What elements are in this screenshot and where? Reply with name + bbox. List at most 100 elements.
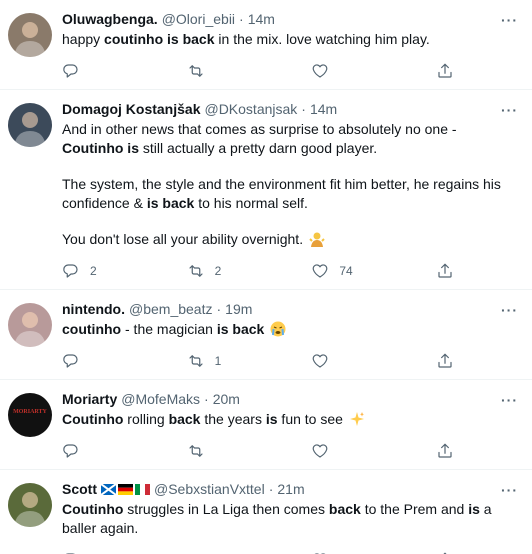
like-count: 74 [339,264,353,278]
retweet-icon [189,445,203,457]
reply-button[interactable] [62,352,122,370]
more-options-icon[interactable]: ··· [501,302,518,318]
author-handle[interactable]: @SebxstianVxttel [154,480,265,498]
tweet[interactable]: ··· Oluwagbenga. @Olori_ebii · 14m happy … [0,0,532,90]
text-segment: happy [62,31,105,47]
author-name[interactable]: Scott [62,480,97,498]
reply-icon [63,444,78,458]
text-segment: - the magician [121,321,217,337]
tweet[interactable]: ··· nintendo. @bem_beatz · 19m coutinho -… [0,290,532,380]
text-segment: struggles in La Liga then comes [123,501,329,517]
timestamp[interactable]: 20m [213,390,240,408]
more-options-icon[interactable]: ··· [501,482,518,498]
share-button[interactable] [436,62,454,80]
highlighted-term: is [468,501,480,517]
tweet-text: coutinho - the magician is back [62,320,516,339]
text-segment: still actually a pretty darn good player… [139,140,378,156]
sparkles-emoji-icon [349,412,364,426]
highlighted-term: back [168,411,201,427]
avatar[interactable]: MORIARTY [8,393,52,437]
retweet-icon [189,355,203,367]
reply-button[interactable] [62,62,122,80]
author-handle[interactable]: @Olori_ebii [162,10,235,28]
retweet-button[interactable]: 1 [187,352,247,370]
text-segment: You don't lose all your ability overnigh… [62,231,307,247]
more-options-icon[interactable]: ··· [501,12,518,28]
separator-dot: · [239,11,244,27]
tweet-paragraph: And in other news that comes as surprise… [62,120,516,158]
tweet-feed: ··· Oluwagbenga. @Olori_ebii · 14m happy … [0,0,532,554]
retweet-icon [189,265,203,277]
author-name[interactable]: Domagoj Kostanjšak [62,100,200,118]
more-options-icon[interactable]: ··· [501,102,518,118]
share-icon [438,263,452,278]
share-button[interactable] [436,442,454,460]
reply-button[interactable]: 2 [62,262,122,280]
like-button[interactable]: 74 [311,262,371,280]
text-segment: in the mix. love watching him play. [214,31,430,47]
text-segment: And in other news that comes as surprise… [62,121,457,137]
like-button[interactable] [311,62,371,80]
share-icon [438,63,452,78]
author-name[interactable]: Moriarty [62,390,117,408]
retweet-button[interactable] [187,442,247,460]
highlighted-term: is back [216,321,265,337]
share-icon [438,443,452,458]
highlighted-term: back [328,501,361,517]
author-name[interactable]: Oluwagbenga. [62,10,158,28]
highlighted-term: is back [146,195,195,211]
highlighted-term: Coutinho is [62,140,139,156]
like-button[interactable] [311,352,371,370]
share-button[interactable] [436,262,454,280]
reply-icon [63,64,78,78]
tweet[interactable]: MORIARTY ··· Moriarty @MofeMaks · 20m Cout… [0,380,532,470]
avatar[interactable] [8,303,52,347]
author-handle[interactable]: @DKostanjsak [204,100,297,118]
share-button[interactable] [436,352,454,370]
author-name[interactable]: nintendo. [62,300,125,318]
flag-emojis [99,480,150,498]
avatar[interactable] [8,13,52,57]
avatar[interactable] [8,103,52,147]
tweet-paragraph: The system, the style and the environmen… [62,175,516,213]
tweet[interactable]: ··· Domagoj Kostanjšak @DKostanjsak · 14… [0,90,532,290]
tweet-actions: 2 2 74 [62,253,454,289]
timestamp[interactable]: 21m [277,480,304,498]
text-segment: fun to see [277,411,347,427]
highlighted-term: coutinho [62,321,122,337]
highlighted-term: Coutinho [62,411,124,427]
tweet[interactable]: ··· Scott @SebxstianVxttel · 21m Coutinho… [0,470,532,554]
author-handle[interactable]: @bem_beatz [129,300,212,318]
timestamp[interactable]: 14m [310,100,337,118]
text-segment: rolling [123,411,169,427]
separator-dot: · [268,481,274,497]
author-handle[interactable]: @MofeMaks [121,390,200,408]
like-icon [312,444,328,458]
tweet-actions [62,53,454,89]
scotland-flag-icon [101,484,116,495]
like-icon [312,64,328,78]
reply-icon [63,264,78,278]
reply-button[interactable] [62,442,122,460]
timestamp[interactable]: 19m [225,300,252,318]
avatar[interactable] [8,483,52,527]
tweet-paragraph: happy coutinho is back in the mix. love … [62,30,516,49]
tweet-paragraph: coutinho - the magician is back [62,320,516,339]
retweet-button[interactable]: 2 [187,262,247,280]
like-button[interactable] [311,442,371,460]
reply-icon [63,354,78,368]
timestamp[interactable]: 14m [248,10,275,28]
tweet-paragraph: Coutinho struggles in La Liga then comes… [62,500,516,538]
like-icon [312,354,328,368]
tweet-text: And in other news that comes as surprise… [62,120,516,249]
tweet-text: happy coutinho is back in the mix. love … [62,30,516,49]
text-segment [264,321,268,337]
avatar-logo-text: MORIARTY [13,409,47,415]
italy-flag-icon [135,484,150,495]
retweet-button[interactable] [187,62,247,80]
text-segment: to the Prem and [360,501,469,517]
retweet-icon [189,65,203,77]
separator-dot: · [204,391,209,407]
more-options-icon[interactable]: ··· [501,392,518,408]
highlighted-term: coutinho is back [104,31,215,47]
